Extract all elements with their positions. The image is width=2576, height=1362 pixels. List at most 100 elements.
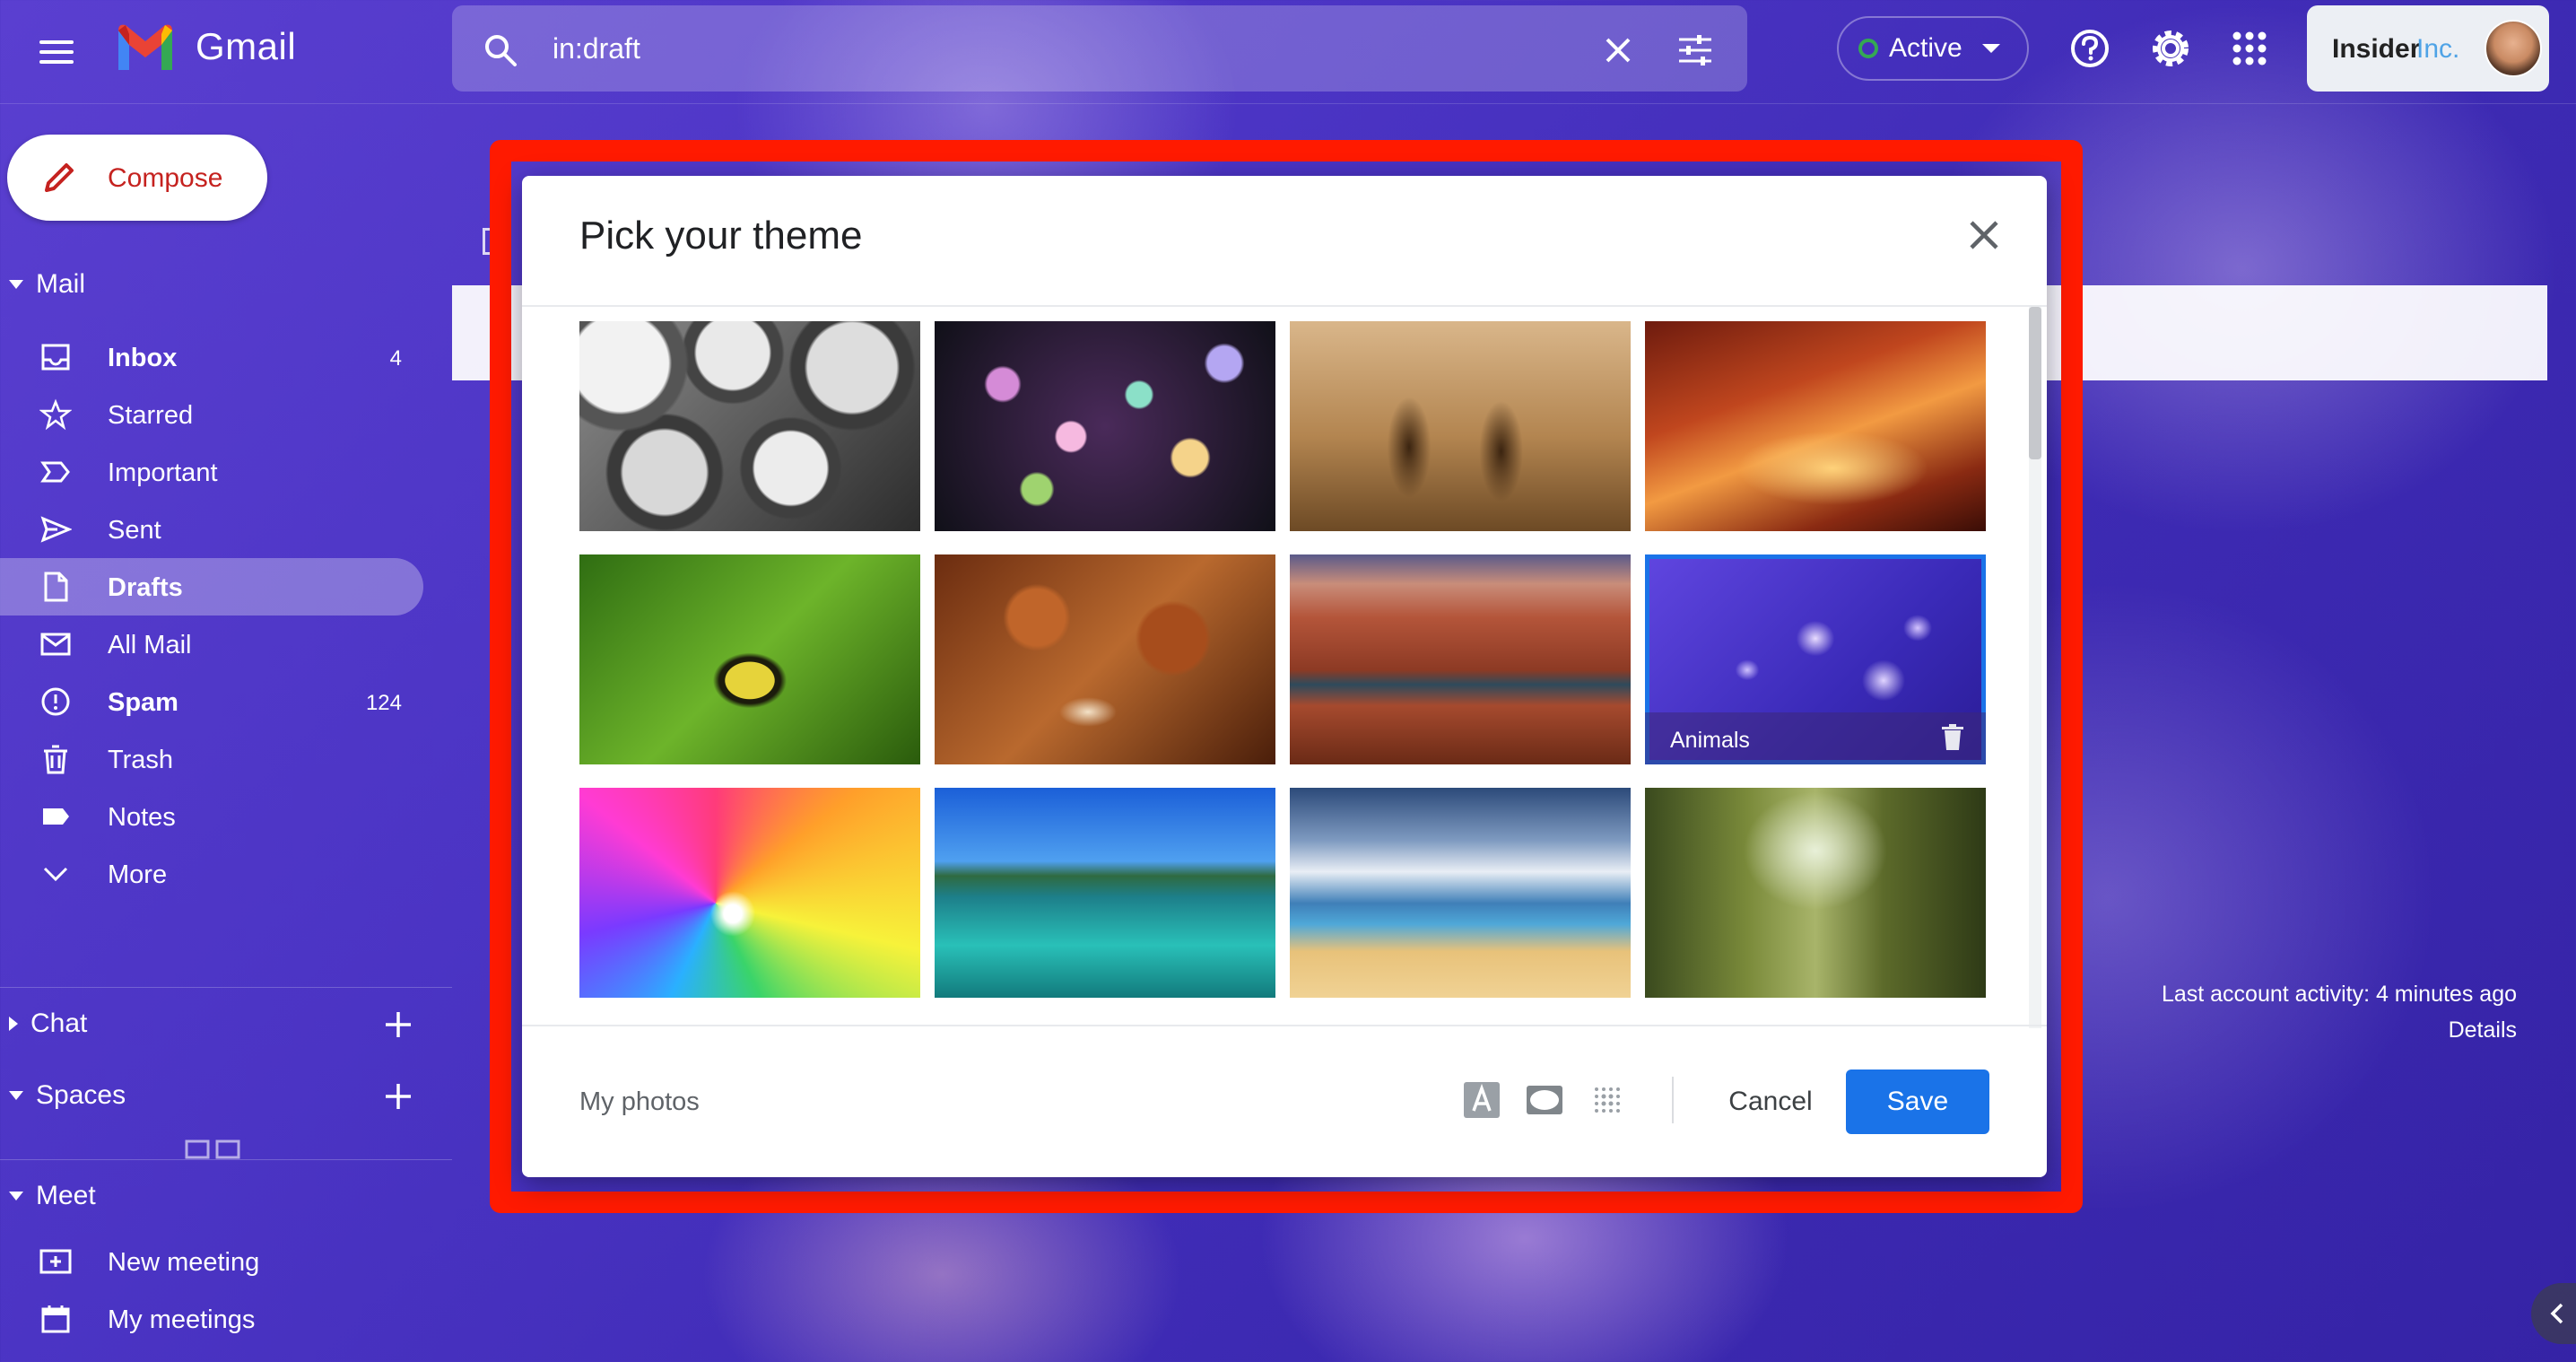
- sidebar-item-label: Spam: [108, 688, 178, 717]
- scroll-thumb[interactable]: [2029, 307, 2041, 459]
- account-brand-secondary: Inc.: [2416, 34, 2460, 64]
- account-brand-primary: Insider: [2332, 34, 2421, 64]
- sidebar-divider: [0, 987, 452, 988]
- calendar-icon: [41, 1305, 70, 1333]
- collapse-icon: [9, 1091, 23, 1100]
- compose-label: Compose: [108, 163, 223, 193]
- meet-section-title: Meet: [36, 1181, 96, 1210]
- mail-section-title: Mail: [36, 269, 86, 299]
- star-icon: [39, 398, 72, 431]
- sidebar-item-sent[interactable]: Sent: [0, 501, 423, 558]
- theme-tile-caterpillar[interactable]: [579, 554, 920, 764]
- footer-divider: [1672, 1077, 1674, 1123]
- search-bar[interactable]: [452, 5, 1747, 92]
- sidebar-item-notes[interactable]: Notes: [0, 788, 423, 845]
- app-name: Gmail: [196, 25, 297, 67]
- theme-tile-beach[interactable]: [1290, 788, 1631, 998]
- dialog-divider: [522, 1025, 2047, 1026]
- theme-tile-autumn-leaves[interactable]: [935, 554, 1275, 764]
- collapse-icon: [9, 280, 23, 289]
- meet-my-meetings[interactable]: My meetings: [0, 1290, 423, 1348]
- search-icon[interactable]: [483, 32, 518, 68]
- side-panel-toggle[interactable]: [2531, 1283, 2576, 1344]
- meet-item-label: My meetings: [108, 1305, 256, 1334]
- sidebar-item-important[interactable]: Important: [0, 443, 423, 501]
- gmail-logo[interactable]: Gmail: [113, 22, 296, 72]
- chat-section-header[interactable]: Chat: [9, 1008, 87, 1039]
- spam-icon: [41, 687, 70, 716]
- theme-tile-rainbow-water[interactable]: [579, 788, 920, 998]
- sidebar-item-starred[interactable]: Starred: [0, 386, 423, 443]
- apps-grid-icon[interactable]: [2228, 27, 2271, 70]
- sidebar-item-label: All Mail: [108, 631, 192, 659]
- sidebar-item-inbox[interactable]: Inbox 4: [0, 328, 423, 386]
- theme-tile-metal-pipes[interactable]: [579, 321, 920, 531]
- theme-scrollbar[interactable]: [2029, 307, 2041, 1028]
- mail-section-header[interactable]: Mail: [9, 269, 85, 300]
- my-photos-button[interactable]: My photos: [579, 1087, 700, 1117]
- text-background-icon[interactable]: [1462, 1080, 1501, 1120]
- settings-gear-icon[interactable]: [2149, 27, 2192, 70]
- inbox-icon: [41, 344, 70, 371]
- label-icon: [43, 808, 69, 825]
- sidebar-item-label: Starred: [108, 401, 194, 430]
- sidebar-item-spam[interactable]: Spam 124: [0, 673, 423, 730]
- unread-count: 124: [365, 691, 402, 715]
- main-menu-button[interactable]: [32, 27, 83, 77]
- theme-tile-forest[interactable]: [1645, 788, 1986, 998]
- add-chat-icon[interactable]: [380, 1007, 416, 1043]
- sidebar-item-more[interactable]: More: [0, 845, 423, 903]
- sidebar-item-label: Inbox: [108, 344, 178, 372]
- trash-icon: [44, 745, 67, 774]
- sidebar-item-all-mail[interactable]: All Mail: [0, 616, 423, 673]
- theme-tile-lake-shore[interactable]: [935, 788, 1275, 998]
- important-icon: [40, 461, 70, 483]
- sidebar-item-label: More: [108, 860, 168, 889]
- collapse-icon: [9, 1192, 23, 1200]
- dialog-divider: [522, 305, 2047, 307]
- send-icon: [40, 516, 72, 543]
- top-bar: Gmail Active: [0, 0, 2576, 104]
- details-link[interactable]: Details: [2449, 1017, 2517, 1043]
- last-activity-text: Last account activity: 4 minutes ago: [2161, 982, 2517, 1007]
- draft-icon: [44, 572, 68, 602]
- meet-section-header[interactable]: Meet: [9, 1181, 96, 1211]
- gmail-m-icon: [118, 24, 172, 71]
- sidebar-item-drafts[interactable]: Drafts: [0, 558, 423, 616]
- sidebar-item-label: Drafts: [108, 573, 183, 602]
- meet-new-meeting[interactable]: New meeting: [0, 1233, 423, 1290]
- account-button[interactable]: Insider Inc.: [2307, 5, 2549, 92]
- close-icon[interactable]: [1598, 31, 1638, 70]
- search-options-icon[interactable]: [1675, 31, 1715, 70]
- theme-tile-bokeh-lights[interactable]: [935, 321, 1275, 531]
- caret-down-icon: [1981, 44, 2000, 53]
- theme-tile-jellyfish[interactable]: Animals: [1645, 554, 1986, 764]
- chat-section-title: Chat: [30, 1008, 88, 1038]
- theme-tile-grand-canyon[interactable]: [1290, 554, 1631, 764]
- compose-button[interactable]: Compose: [7, 135, 267, 221]
- save-button[interactable]: Save: [1846, 1070, 1989, 1134]
- chevron-down-icon: [43, 867, 68, 882]
- pencil-icon: [45, 163, 74, 192]
- sidebar-item-label: Trash: [108, 746, 174, 774]
- help-icon[interactable]: [2068, 27, 2111, 70]
- sidebar-item-trash[interactable]: Trash: [0, 730, 423, 788]
- delete-icon[interactable]: [1939, 723, 1966, 752]
- theme-tile-red-canyon[interactable]: [1645, 321, 1986, 531]
- vignette-icon[interactable]: [1525, 1080, 1564, 1120]
- theme-grid: Animals: [579, 321, 1993, 1021]
- close-icon[interactable]: [1962, 214, 2006, 257]
- chevron-left-icon: [2550, 1303, 2563, 1324]
- cancel-button[interactable]: Cancel: [1702, 1070, 1839, 1134]
- sidebar-item-label: Important: [108, 458, 218, 487]
- spaces-section-header[interactable]: Spaces: [9, 1080, 126, 1111]
- avatar[interactable]: [2485, 20, 2542, 77]
- theme-tile-chess-pieces[interactable]: [1290, 321, 1631, 531]
- spaces-placeholder-icon: [185, 1139, 240, 1159]
- blur-icon[interactable]: [1588, 1080, 1627, 1120]
- search-input[interactable]: [553, 25, 1539, 72]
- add-space-icon[interactable]: [380, 1078, 416, 1114]
- mail-icon: [40, 633, 71, 656]
- status-selector[interactable]: Active: [1837, 16, 2029, 81]
- theme-picker-dialog: Pick your theme Animals My photos Cancel…: [522, 176, 2047, 1177]
